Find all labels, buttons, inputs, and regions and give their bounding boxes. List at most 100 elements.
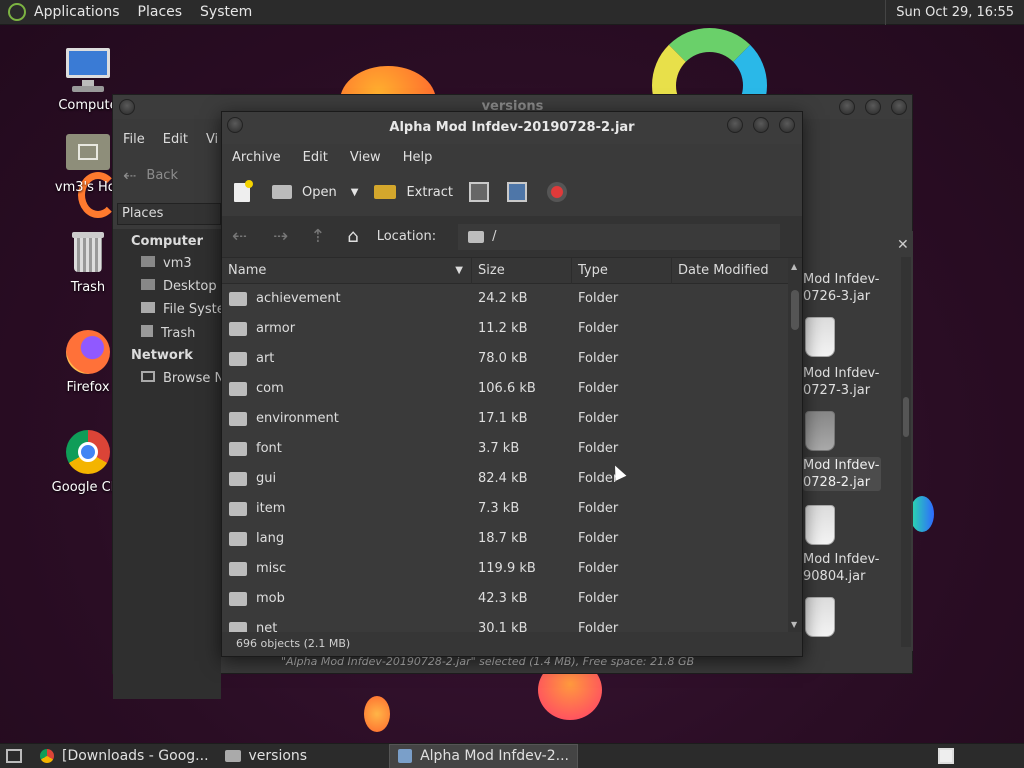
system-menu[interactable]: System [200, 4, 252, 20]
taskbar-item-archive[interactable]: Alpha Mod Infdev-2... [389, 743, 578, 768]
extract-button[interactable]: Extract [374, 185, 453, 200]
cell-name: misc [256, 561, 287, 576]
sidebar-item-browse-network[interactable]: Browse N [141, 371, 224, 386]
table-row[interactable]: com 106.6 kB Folder [222, 374, 788, 404]
sidebar-item-vm3[interactable]: vm3 [141, 256, 192, 271]
workspace-switcher-icon[interactable] [938, 748, 954, 764]
jar-icon [805, 505, 835, 545]
scrollbar-thumb[interactable] [903, 397, 909, 437]
add-files-button[interactable] [469, 182, 489, 202]
table-row[interactable]: font 3.7 kB Folder [222, 434, 788, 464]
column-header-size[interactable]: Size [472, 258, 572, 284]
taskbar-item-versions[interactable]: versions [217, 744, 316, 768]
menu-file[interactable]: File [123, 132, 145, 147]
applications-menu[interactable]: Applications [34, 4, 120, 20]
cell-size: 78.0 kB [478, 351, 528, 366]
menu-view[interactable]: View [350, 150, 381, 165]
column-header-date[interactable]: Date Modified [672, 258, 788, 284]
table-row[interactable]: gui 82.4 kB Folder [222, 464, 788, 494]
trash-icon [64, 228, 112, 276]
stop-icon [547, 182, 567, 202]
taskbar-item-downloads[interactable]: [Downloads - Goog... [32, 744, 217, 768]
folder-icon [229, 442, 247, 456]
table-row[interactable]: lang 18.7 kB Folder [222, 524, 788, 554]
file-item[interactable]: Mod Infdev- 0727-3.jar [803, 365, 893, 399]
jar-icon [805, 317, 835, 357]
firefox-icon [64, 328, 112, 376]
open-button[interactable]: Open [272, 185, 337, 200]
up-arrow-icon[interactable]: ⇡ [310, 226, 325, 247]
scroll-up-arrow-icon[interactable]: ▲ [791, 262, 797, 271]
cell-size: 7.3 kB [478, 501, 520, 516]
scroll-down-arrow-icon[interactable]: ▼ [791, 620, 797, 629]
list-header: Name ▼ Size Type Date Modified [222, 258, 788, 284]
home-icon[interactable]: ⌂ [347, 226, 358, 247]
close-icon[interactable]: ✕ [897, 237, 909, 253]
menu-help[interactable]: Help [403, 150, 433, 165]
sidebar-item-desktop[interactable]: Desktop [141, 279, 217, 294]
close-button[interactable] [891, 99, 907, 115]
window-menu-button[interactable] [119, 99, 135, 115]
sidebar-header-computer: Computer [131, 234, 204, 249]
table-row[interactable]: achievement 24.2 kB Folder [222, 284, 788, 314]
cell-type: Folder [578, 591, 619, 606]
mate-logo-icon[interactable] [8, 3, 26, 21]
back-arrow-icon[interactable]: ⇠ [232, 226, 247, 247]
vertical-scrollbar[interactable]: ▲ ▼ [788, 258, 802, 632]
cell-type: Folder [578, 351, 619, 366]
clock[interactable]: Sun Oct 29, 16:55 [885, 0, 1024, 25]
add-folder-button[interactable] [507, 182, 527, 202]
column-header-name[interactable]: Name ▼ [222, 258, 472, 284]
minimize-button[interactable] [727, 117, 743, 133]
scrollbar-thumb[interactable] [791, 290, 799, 330]
jar-icon [805, 411, 835, 451]
open-archive-icon [272, 185, 292, 199]
folder-icon [229, 532, 247, 546]
table-row[interactable]: net 30.1 kB Folder [222, 614, 788, 632]
window-menu-button[interactable] [227, 117, 243, 133]
file-item-selected[interactable]: Mod Infdev- 0728-2.jar [803, 457, 881, 491]
stop-button[interactable] [547, 182, 567, 202]
scrollbar[interactable] [901, 257, 911, 647]
maximize-button[interactable] [753, 117, 769, 133]
file-list: achievement 24.2 kB Folder armor 11.2 kB Fold… [222, 284, 788, 632]
minimize-button[interactable] [839, 99, 855, 115]
close-button[interactable] [779, 117, 795, 133]
cell-name: lang [256, 531, 285, 546]
table-row[interactable]: misc 119.9 kB Folder [222, 554, 788, 584]
folder-icon [229, 622, 247, 632]
sidebar-item-trash[interactable]: Trash [141, 325, 195, 341]
show-desktop-icon[interactable] [6, 749, 22, 763]
table-row[interactable]: item 7.3 kB Folder [222, 494, 788, 524]
back-arrow-icon[interactable]: ⇠ [123, 166, 136, 185]
window-title: Alpha Mod Infdev-20190728-2.jar [222, 112, 802, 144]
location-field[interactable]: / [458, 223, 781, 250]
sidebar-item-filesystem[interactable]: File Syster [141, 302, 230, 317]
chrome-icon [40, 749, 54, 763]
back-button[interactable]: Back [146, 168, 178, 183]
cell-type: Folder [578, 561, 619, 576]
file-item[interactable]: Mod Infdev- 90804.jar [803, 551, 893, 585]
folder-icon [229, 412, 247, 426]
menu-edit[interactable]: Edit [163, 132, 188, 147]
table-row[interactable]: art 78.0 kB Folder [222, 344, 788, 374]
top-panel: Applications Places System Sun Oct 29, 1… [0, 0, 1024, 25]
file-item[interactable]: Mod Infdev- 0726-3.jar [803, 271, 893, 305]
column-header-type[interactable]: Type [572, 258, 672, 284]
table-row[interactable]: environment 17.1 kB Folder [222, 404, 788, 434]
menu-edit[interactable]: Edit [303, 150, 328, 165]
maximize-button[interactable] [865, 99, 881, 115]
forward-arrow-icon[interactable]: ⇢ [273, 226, 288, 247]
add-folder-icon [507, 182, 527, 202]
menu-archive[interactable]: Archive [232, 150, 281, 165]
menu-view[interactable]: Vi [206, 132, 218, 147]
places-dropdown[interactable]: Places [117, 203, 221, 225]
open-dropdown-button[interactable]: ▼ [351, 187, 359, 198]
archive-window[interactable]: Alpha Mod Infdev-20190728-2.jar Archive … [221, 111, 803, 657]
cell-size: 17.1 kB [478, 411, 528, 426]
table-row[interactable]: mob 42.3 kB Folder [222, 584, 788, 614]
extract-icon [374, 185, 397, 199]
table-row[interactable]: armor 11.2 kB Folder [222, 314, 788, 344]
places-menu[interactable]: Places [138, 4, 183, 20]
new-archive-button[interactable] [234, 179, 253, 202]
